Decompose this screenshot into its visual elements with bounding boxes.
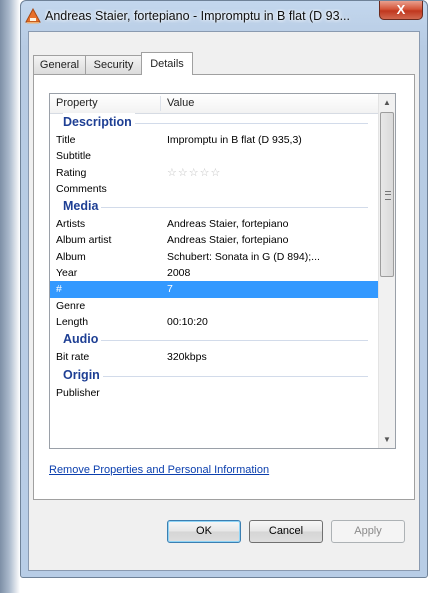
details-tab-panel: Property Value Description Title Impromp… — [33, 74, 415, 500]
property-name: Year — [56, 267, 78, 280]
list-item[interactable]: Year 2008 — [50, 265, 378, 281]
property-value[interactable]: 320kbps — [167, 349, 207, 365]
property-value[interactable]: 00:10:20 — [167, 314, 208, 330]
window-frame: Andreas Staier, fortepiano - Impromptu i… — [20, 0, 428, 578]
column-header-value[interactable]: Value — [167, 94, 194, 113]
property-name: Album — [56, 250, 86, 263]
title-bar[interactable]: Andreas Staier, fortepiano - Impromptu i… — [21, 1, 427, 33]
property-list[interactable]: Property Value Description Title Impromp… — [49, 93, 396, 449]
apply-button[interactable]: Apply — [331, 520, 405, 543]
star-icon[interactable]: ☆☆☆☆☆ — [167, 167, 221, 179]
group-media: Media — [50, 197, 378, 217]
list-item[interactable]: Title Impromptu in B flat (D 935,3) — [50, 132, 378, 148]
window-title: Andreas Staier, fortepiano - Impromptu i… — [45, 9, 351, 23]
group-origin: Origin — [50, 365, 378, 385]
property-name: Genre — [56, 299, 86, 312]
group-description: Description — [50, 113, 378, 132]
group-divider — [64, 375, 368, 377]
property-name: Bit rate — [56, 351, 90, 364]
dialog-client-area: General Security Details Property Value … — [28, 31, 420, 571]
rating-stars[interactable]: ☆☆☆☆☆ — [167, 165, 221, 181]
property-name: Title — [56, 134, 76, 146]
property-value[interactable]: Andreas Staier, fortepiano — [167, 216, 288, 232]
property-name: Publisher — [56, 386, 100, 399]
tab-general[interactable]: General — [33, 55, 86, 74]
group-divider — [64, 340, 368, 342]
list-item[interactable]: Artists Andreas Staier, fortepiano — [50, 216, 378, 232]
scrollbar-thumb[interactable] — [380, 112, 394, 277]
list-item[interactable]: Album artist Andreas Staier, fortepiano — [50, 232, 378, 248]
property-value[interactable]: Schubert: Sonata in G (D 894);... — [167, 249, 320, 265]
media-file-icon — [25, 7, 41, 24]
vertical-scrollbar[interactable]: ▲ ▼ — [378, 94, 395, 448]
column-header-property[interactable]: Property — [56, 94, 98, 113]
list-item[interactable]: Album Schubert: Sonata in G (D 894);... — [50, 249, 378, 265]
property-value[interactable]: 2008 — [167, 265, 190, 281]
property-name: # — [56, 283, 62, 296]
group-divider — [64, 207, 368, 209]
ok-button[interactable]: OK — [167, 520, 241, 543]
property-name: Subtitle — [56, 150, 92, 163]
list-item[interactable]: Bit rate 320kbps — [50, 349, 378, 365]
group-label: Audio — [63, 330, 102, 350]
chevron-up-icon[interactable]: ▲ — [379, 94, 395, 111]
list-item[interactable]: Genre — [50, 298, 378, 314]
tab-security[interactable]: Security — [85, 55, 142, 74]
property-value[interactable]: Andreas Staier, fortepiano — [167, 232, 288, 248]
list-rows: Description Title Impromptu in B flat (D… — [50, 113, 378, 401]
property-value[interactable]: Impromptu in B flat (D 935,3) — [167, 132, 302, 148]
list-item-selected[interactable]: # 7 — [50, 281, 378, 298]
property-value[interactable]: 7 — [167, 281, 173, 297]
group-audio: Audio — [50, 330, 378, 350]
property-name: Length — [56, 315, 89, 328]
close-button[interactable]: X — [379, 1, 423, 20]
chevron-down-icon[interactable]: ▼ — [379, 431, 395, 448]
list-item[interactable]: Comments — [50, 181, 378, 197]
property-name: Album artist — [56, 234, 112, 247]
group-label: Description — [63, 113, 135, 132]
list-item[interactable]: Length 00:10:20 — [50, 314, 378, 330]
property-name: Artists — [56, 218, 86, 231]
properties-window: Andreas Staier, fortepiano - Impromptu i… — [0, 0, 436, 593]
list-item[interactable]: Subtitle — [50, 148, 378, 164]
grip-icon — [385, 191, 391, 200]
group-label: Media — [63, 197, 102, 217]
tab-details[interactable]: Details — [141, 52, 193, 75]
property-name: Comments — [56, 182, 107, 195]
cancel-button[interactable]: Cancel — [249, 520, 323, 543]
close-icon: X — [396, 2, 406, 17]
remove-properties-link[interactable]: Remove Properties and Personal Informati… — [49, 464, 269, 476]
column-divider[interactable] — [160, 96, 161, 111]
group-label: Origin — [63, 365, 103, 385]
list-header: Property Value — [50, 94, 378, 114]
list-item[interactable]: Publisher — [50, 385, 378, 401]
desktop-edge — [0, 0, 20, 593]
list-item[interactable]: Rating ☆☆☆☆☆ — [50, 165, 378, 181]
property-name: Rating — [56, 166, 87, 179]
